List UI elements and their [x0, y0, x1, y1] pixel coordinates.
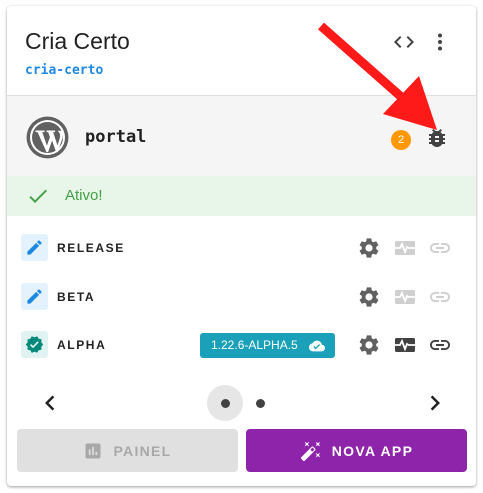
card-header: Cria Certo cria-certo: [7, 6, 476, 96]
version-label: 1.22.6-ALPHA.5: [211, 338, 298, 352]
environment-row-beta: BETA: [7, 277, 476, 317]
magic-wand-icon: [300, 441, 320, 461]
chart-icon: [85, 443, 101, 458]
environment-name: ALPHA: [57, 338, 107, 352]
bug-icon[interactable]: [425, 126, 449, 150]
notification-badge: 2: [391, 130, 411, 150]
chevron-right-icon[interactable]: [420, 388, 450, 418]
chevron-left-icon[interactable]: [35, 388, 65, 418]
environment-row-release: RELEASE: [7, 228, 476, 268]
link-icon[interactable]: [428, 236, 452, 260]
gear-icon[interactable]: [357, 285, 381, 309]
monitor-pulse-icon[interactable]: [393, 236, 417, 260]
status-text: Ativo!: [65, 187, 103, 204]
code-icon[interactable]: [392, 30, 416, 54]
monitor-pulse-icon[interactable]: [393, 333, 417, 357]
app-slug[interactable]: cria-certo: [25, 63, 103, 78]
wordpress-logo: [26, 116, 69, 159]
status-bar: Ativo!: [7, 176, 476, 216]
sub-app-name[interactable]: portal: [85, 127, 146, 147]
environment-row-alpha: ALPHA 1.22.6-ALPHA.5: [7, 325, 476, 365]
nova-app-button-label: NOVA APP: [331, 442, 414, 459]
cloud-done-icon: [309, 340, 325, 352]
app-title: Cria Certo: [25, 28, 130, 54]
link-icon[interactable]: [428, 333, 452, 357]
verified-badge-icon[interactable]: [21, 331, 48, 358]
painel-button[interactable]: PAINEL: [17, 429, 238, 472]
environment-name: RELEASE: [57, 241, 125, 255]
environment-name: BETA: [57, 290, 96, 304]
pencil-icon[interactable]: [21, 234, 48, 261]
carousel-dot-1[interactable]: [220, 398, 230, 408]
app-card: Cria Certo cria-certo portal 2 Ativo! RE…: [7, 6, 476, 486]
version-chip[interactable]: 1.22.6-ALPHA.5: [200, 333, 335, 358]
link-icon[interactable]: [428, 285, 452, 309]
monitor-pulse-icon[interactable]: [393, 285, 417, 309]
check-icon: [26, 184, 50, 208]
painel-button-label: PAINEL: [113, 442, 172, 459]
carousel-dot-2[interactable]: [255, 398, 265, 408]
sub-app-panel: portal 2: [7, 96, 476, 176]
pencil-icon[interactable]: [21, 283, 48, 310]
gear-icon[interactable]: [357, 333, 381, 357]
more-vert-icon[interactable]: [428, 30, 452, 54]
gear-icon[interactable]: [357, 236, 381, 260]
nova-app-button[interactable]: NOVA APP: [246, 429, 467, 472]
